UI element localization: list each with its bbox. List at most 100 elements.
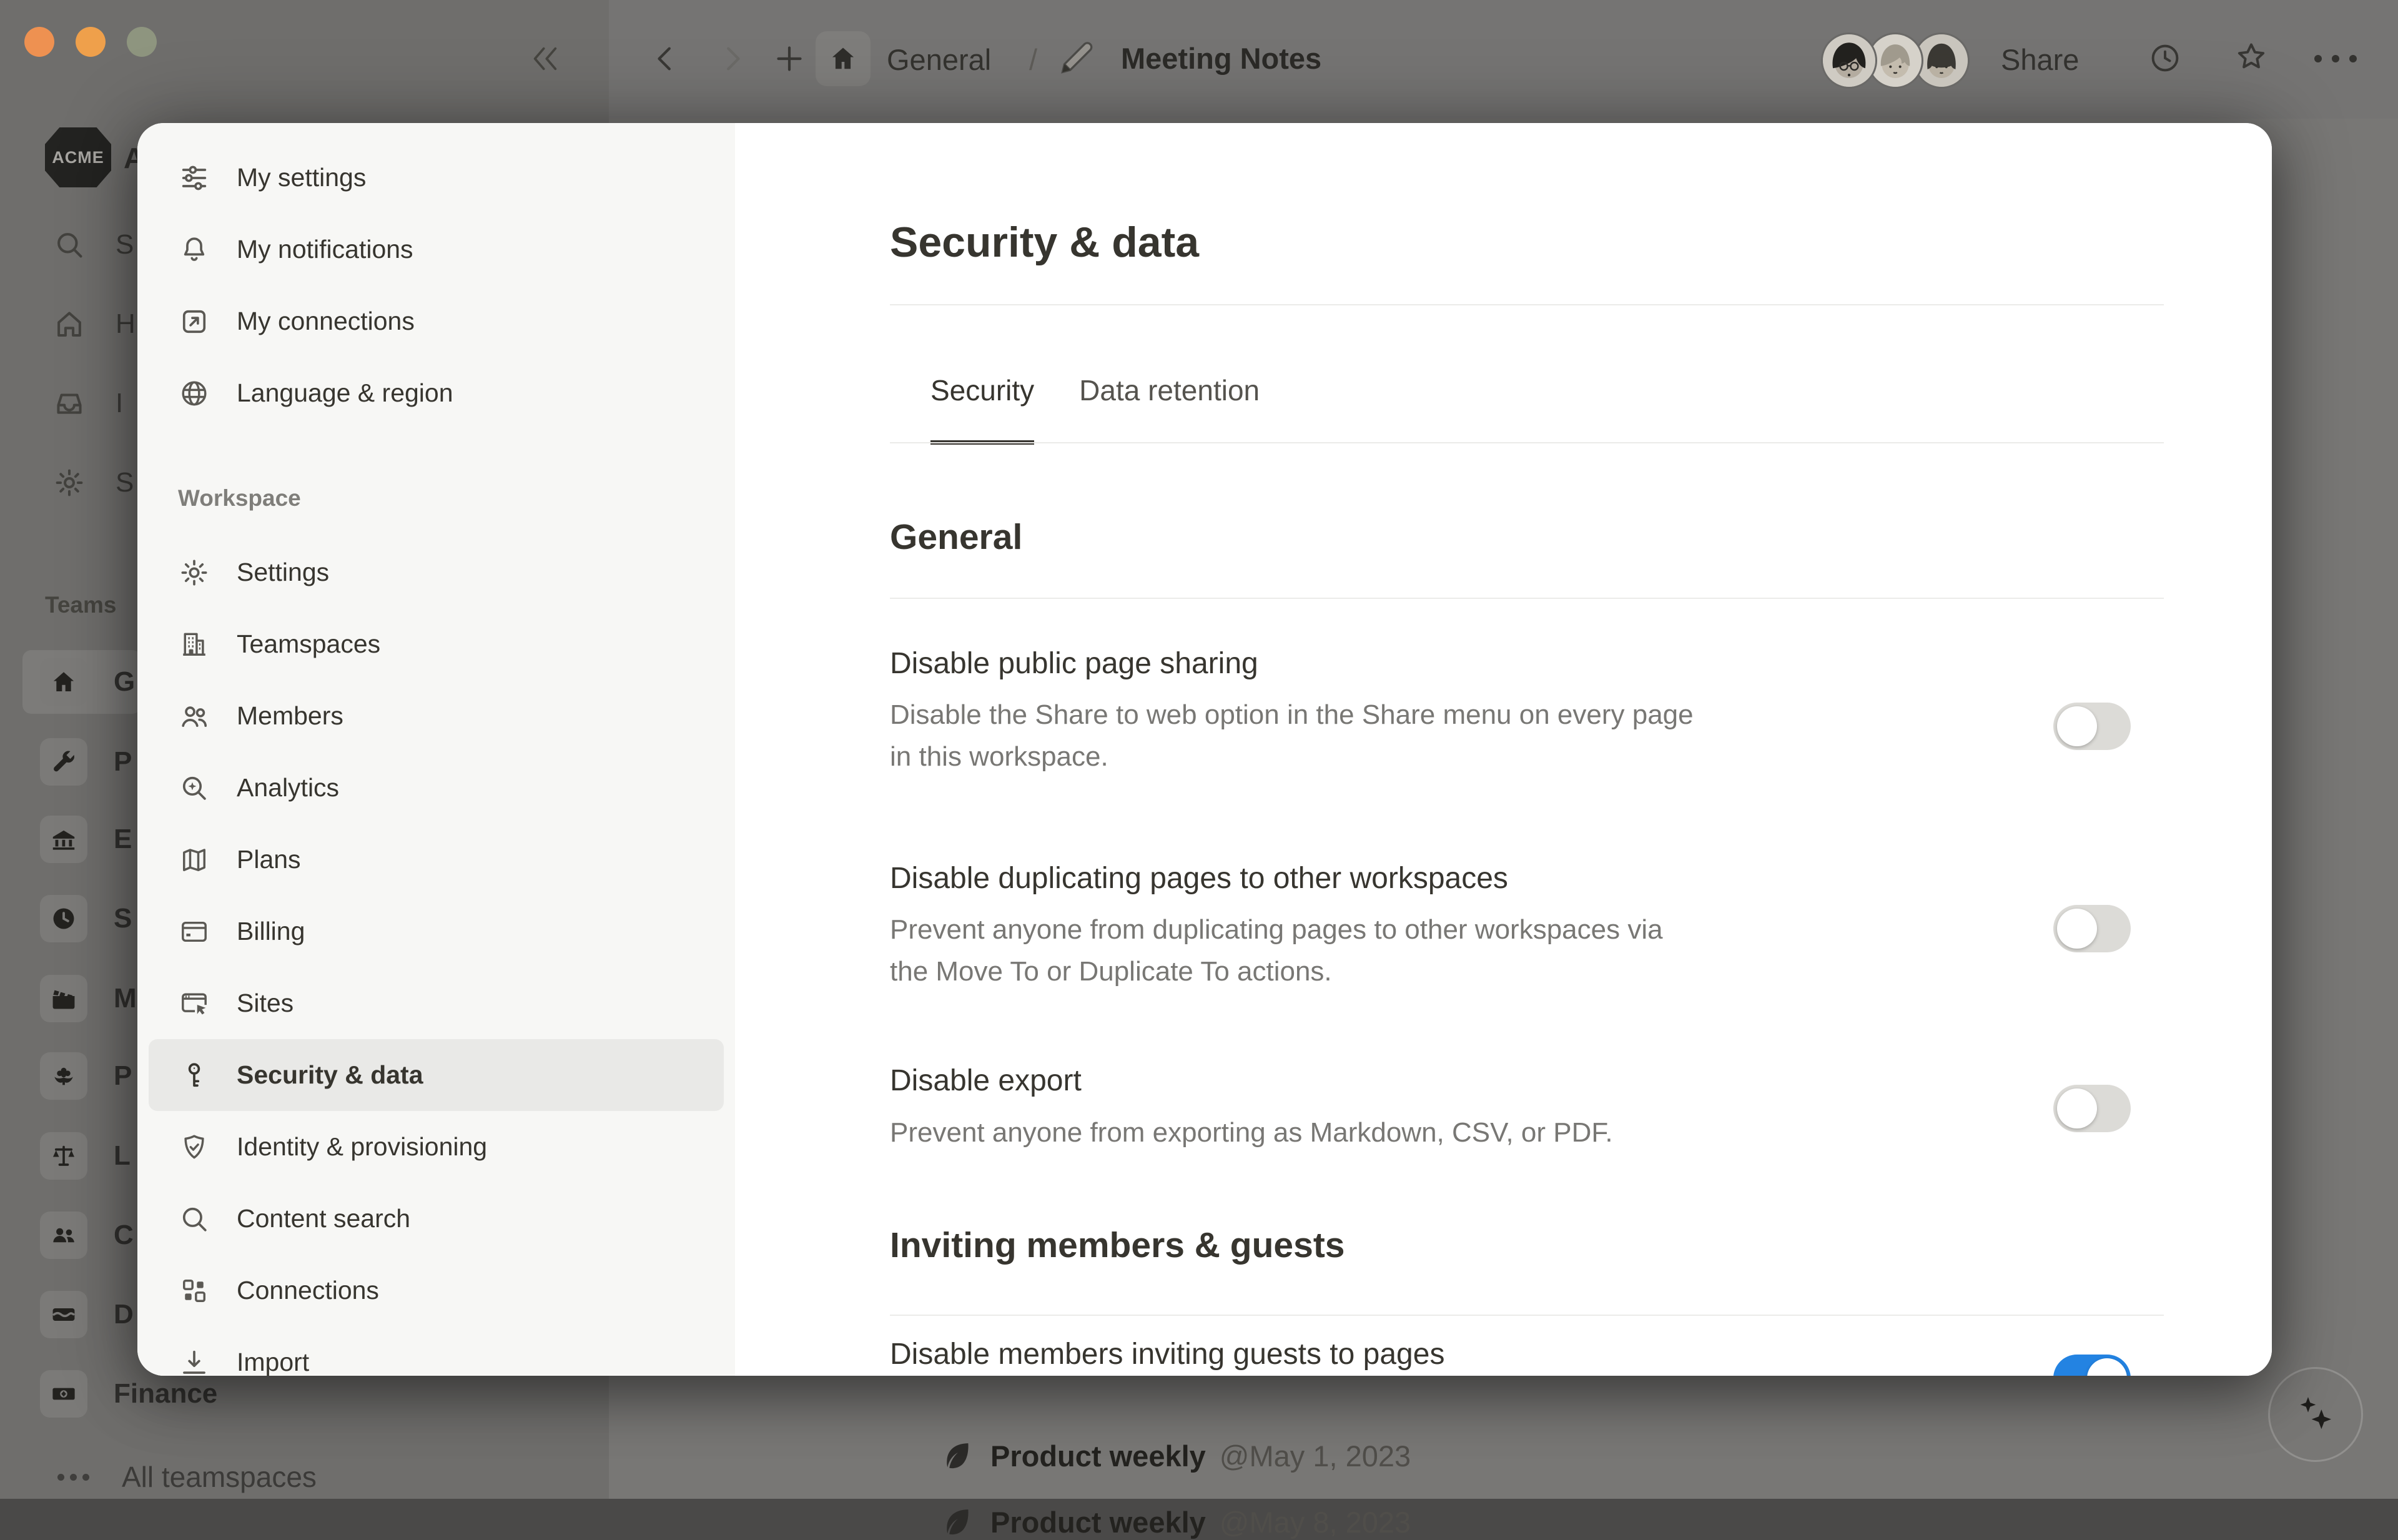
sidebar-item-label: Sites [237, 989, 294, 1018]
teamspace-item[interactable]: Finance [40, 1370, 217, 1418]
import-arrow-icon [178, 1346, 210, 1376]
new-page-icon[interactable] [772, 41, 807, 76]
sidebar-item-label: Security & data [237, 1060, 423, 1090]
teamspace-item[interactable]: P [40, 1052, 132, 1100]
search-icon [178, 1203, 210, 1235]
tab-bar: Security Data retention [930, 374, 1260, 445]
sidebar-item-members[interactable]: Members [149, 680, 724, 752]
setting-title: Disable export [890, 1064, 1082, 1098]
breadcrumb-home-icon[interactable] [816, 31, 871, 86]
setting-title: Disable public page sharing [890, 646, 1258, 681]
scales-icon [40, 1132, 87, 1180]
traffic-light-zoom[interactable] [127, 27, 157, 57]
teamspace-item[interactable]: S [40, 895, 132, 942]
divider [890, 1315, 2164, 1316]
all-teamspaces[interactable]: All teamspaces [57, 1460, 317, 1494]
setting-description: Prevent anyone from exporting as Markdow… [890, 1112, 1613, 1153]
people-icon [40, 1212, 87, 1259]
sidebar-item-billing[interactable]: Billing [149, 896, 724, 967]
clock-icon [40, 895, 87, 942]
sidebar-item-settings[interactable]: S [52, 466, 137, 500]
page-pencil-icon [1054, 35, 1099, 80]
sliders-icon [178, 162, 210, 194]
teamspace-item[interactable]: M [40, 975, 137, 1022]
sidebar-item-label: Content search [237, 1204, 410, 1233]
sidebar-item-label: Import [237, 1348, 309, 1376]
settings-content: Security & data Security Data retention … [735, 123, 2272, 1376]
building-icon [178, 628, 210, 661]
sidebar-collapse-icon[interactable] [528, 41, 563, 76]
toggle-disable-public-page-sharing[interactable] [2053, 703, 2131, 750]
waves-icon [40, 1291, 87, 1338]
sidebar-item-language-region[interactable]: Language & region [149, 357, 724, 429]
sidebar-item-label: My notifications [237, 235, 413, 264]
divider [890, 304, 2164, 305]
ai-sparkles-button[interactable] [2268, 1367, 2363, 1462]
breadcrumb-section[interactable]: General [887, 42, 991, 77]
sidebar-item-sites[interactable]: Sites [149, 967, 724, 1039]
more-options-icon[interactable] [2314, 55, 2357, 62]
teamspace-item[interactable]: D [40, 1291, 134, 1338]
divider [890, 598, 2164, 599]
sidebar-item-label: Billing [237, 917, 305, 946]
sidebar-item-my-connections[interactable]: My connections [149, 285, 724, 357]
traffic-light-minimize[interactable] [76, 27, 106, 57]
sidebar-item-home[interactable]: H [52, 307, 137, 341]
favorite-star-icon[interactable] [2234, 39, 2269, 74]
analytics-icon [178, 772, 210, 804]
teamspace-item[interactable]: P [40, 738, 132, 786]
tab-data-retention[interactable]: Data retention [1079, 374, 1260, 445]
home-icon [40, 658, 87, 706]
sidebar-item-analytics[interactable]: Analytics [149, 752, 724, 824]
setting-title: Disable duplicating pages to other works… [890, 861, 1508, 896]
teamspace-item[interactable]: L [40, 1132, 131, 1180]
teamspace-item[interactable]: G [40, 658, 135, 706]
share-button[interactable]: Share [2001, 42, 2079, 77]
bank-icon [40, 816, 87, 863]
settings-modal: My settings My notifications My connecti… [137, 123, 2272, 1376]
members-icon [178, 700, 210, 733]
sidebar-item-label: Members [237, 701, 343, 731]
setting-description: Disable the Share to web option in the S… [890, 694, 1694, 777]
gear-icon [178, 556, 210, 589]
workspace-logo[interactable]: ACME [45, 127, 111, 187]
flower-icon [40, 1052, 87, 1100]
doc-list-item[interactable]: Product weekly @May 1, 2023 [939, 1438, 1411, 1474]
arrow-out-box-icon [178, 305, 210, 338]
app-topbar [609, 0, 2398, 119]
sidebar-item-my-settings[interactable]: My settings [149, 142, 724, 214]
setting-title: Disable members inviting guests to pages [890, 1337, 1444, 1371]
toggle-disable-members-inviting-guests[interactable] [2053, 1355, 2131, 1376]
traffic-light-close[interactable] [24, 27, 54, 57]
toggle-disable-export[interactable] [2053, 1085, 2131, 1132]
sidebar-item-plans[interactable]: Plans [149, 824, 724, 896]
sidebar-item-my-notifications[interactable]: My notifications [149, 214, 724, 285]
history-clock-icon[interactable] [2148, 41, 2183, 76]
page-title: Security & data [890, 218, 1199, 267]
nav-forward-icon[interactable] [714, 41, 749, 76]
avatar[interactable] [1821, 32, 1877, 89]
sidebar-item-import[interactable]: Import [149, 1326, 724, 1376]
grid-icon [178, 1275, 210, 1307]
sidebar-item-identity-provisioning[interactable]: Identity & provisioning [149, 1111, 724, 1183]
sidebar-item-inbox[interactable]: I [52, 387, 137, 420]
key-icon [178, 1059, 210, 1092]
teamspaces-section-label: Teams [45, 592, 117, 618]
teamspace-item[interactable]: E [40, 816, 132, 863]
breadcrumb-page-title[interactable]: Meeting Notes [1121, 41, 1321, 76]
sidebar-item-security-data[interactable]: Security & data [149, 1039, 724, 1111]
workspace-section-label: Workspace [178, 485, 735, 511]
sidebar-item-connections[interactable]: Connections [149, 1255, 724, 1326]
nav-back-icon[interactable] [648, 41, 683, 76]
tab-security[interactable]: Security [930, 374, 1034, 445]
sidebar-item-content-search[interactable]: Content search [149, 1183, 724, 1255]
sidebar-item-settings[interactable]: Settings [149, 536, 724, 608]
section-heading-inviting: Inviting members & guests [890, 1225, 1345, 1266]
sidebar-item-label: Identity & provisioning [237, 1132, 487, 1162]
doc-list-item[interactable]: Product weekly @May 8, 2023 [939, 1504, 1411, 1540]
teamspace-item[interactable]: C [40, 1212, 134, 1259]
toggle-disable-duplicating-pages[interactable] [2053, 905, 2131, 952]
sidebar-item-label: Analytics [237, 773, 339, 802]
sidebar-item-teamspaces[interactable]: Teamspaces [149, 608, 724, 680]
sidebar-item-search[interactable]: S [52, 228, 137, 262]
